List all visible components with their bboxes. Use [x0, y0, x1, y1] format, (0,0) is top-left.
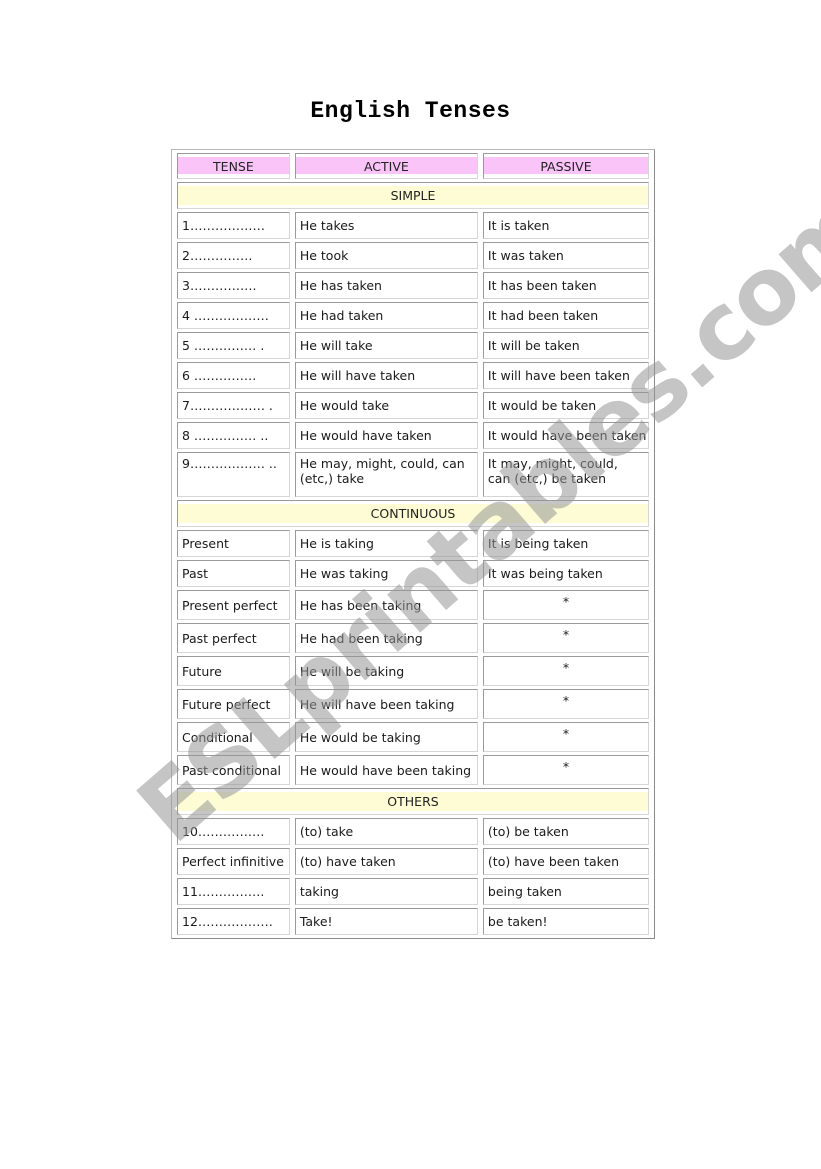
header-row: TENSE ACTIVE PASSIVE — [177, 153, 649, 179]
active-cell: He takes — [294, 212, 478, 239]
table-row: Past perfect He had been taking * — [177, 623, 649, 653]
tense-cell: 8 …………… .. — [177, 422, 290, 449]
tense-cell: Perfect infinitive — [177, 848, 290, 875]
tenses-table: TENSE ACTIVE PASSIVE SIMPLE 1……………… He tak… — [171, 149, 655, 939]
section-label: CONTINUOUS — [177, 500, 649, 527]
passive-cell: It has been taken — [482, 272, 649, 299]
tense-cell: 6 …………… — [177, 362, 290, 389]
passive-cell: (to) be taken — [482, 818, 649, 845]
table-row: Past conditional He would have been takin… — [177, 755, 649, 785]
passive-cell: It had been taken — [482, 302, 649, 329]
active-cell: He took — [294, 242, 478, 269]
tense-cell: Present — [177, 530, 290, 557]
table-row: 9……………… .. He may, might, could, can (etc… — [177, 452, 649, 497]
passive-cell: It was being taken — [482, 560, 649, 587]
tense-cell: 3……………. — [177, 272, 290, 299]
table-row: 2…………… He took It was taken — [177, 242, 649, 269]
tense-cell: Past conditional — [177, 755, 290, 785]
tense-cell: Conditional — [177, 722, 290, 752]
table-row: Past He was taking It was being taken — [177, 560, 649, 587]
tense-cell: Present perfect — [177, 590, 290, 620]
active-cell: He would be taking — [294, 722, 478, 752]
active-cell: Take! — [294, 908, 478, 935]
tense-cell: Past perfect — [177, 623, 290, 653]
active-cell: He will have been taking — [294, 689, 478, 719]
active-cell: He would have taken — [294, 422, 478, 449]
table-row: 6 …………… He will have taken It will have be… — [177, 362, 649, 389]
active-cell: (to) take — [294, 818, 478, 845]
table-row: 1……………… He takes It is taken — [177, 212, 649, 239]
passive-cell: * — [482, 590, 649, 620]
table-row: 7……………… . He would take It would be taken — [177, 392, 649, 419]
active-cell: He had taken — [294, 302, 478, 329]
section-label: OTHERS — [177, 788, 649, 815]
table-row: Future He will be taking * — [177, 656, 649, 686]
active-cell: He will take — [294, 332, 478, 359]
section-row: SIMPLE — [177, 182, 649, 209]
passive-cell: being taken — [482, 878, 649, 905]
active-cell: (to) have taken — [294, 848, 478, 875]
table-row: Present He is taking It is being taken — [177, 530, 649, 557]
tense-cell: 2…………… — [177, 242, 290, 269]
page-title: English Tenses — [310, 98, 511, 124]
header-passive: PASSIVE — [482, 153, 649, 179]
header-active: ACTIVE — [294, 153, 478, 179]
passive-cell: be taken! — [482, 908, 649, 935]
active-cell: He has taken — [294, 272, 478, 299]
active-cell: He is taking — [294, 530, 478, 557]
section-row: OTHERS — [177, 788, 649, 815]
passive-cell: It is being taken — [482, 530, 649, 557]
passive-cell: It is taken — [482, 212, 649, 239]
active-cell: He would have been taking — [294, 755, 478, 785]
tense-cell: 9……………… .. — [177, 452, 290, 497]
passive-cell: It was taken — [482, 242, 649, 269]
tense-cell: 11……………. — [177, 878, 290, 905]
tense-cell: Past — [177, 560, 290, 587]
passive-cell: It will have been taken — [482, 362, 649, 389]
passive-cell: It will be taken — [482, 332, 649, 359]
active-cell: He was taking — [294, 560, 478, 587]
table-row: 10……………. (to) take (to) be taken — [177, 818, 649, 845]
table-row: Future perfect He will have been taking * — [177, 689, 649, 719]
active-cell: He will be taking — [294, 656, 478, 686]
passive-cell: * — [482, 755, 649, 785]
header-tense: TENSE — [177, 153, 290, 179]
table-row: 8 …………… .. He would have taken It would ha… — [177, 422, 649, 449]
passive-cell: * — [482, 722, 649, 752]
tense-cell: 4 ……………… — [177, 302, 290, 329]
tense-cell: 12……………… — [177, 908, 290, 935]
table-row: Conditional He would be taking * — [177, 722, 649, 752]
passive-cell: * — [482, 656, 649, 686]
tense-cell: Future perfect — [177, 689, 290, 719]
active-cell: He had been taking — [294, 623, 478, 653]
table-row: 5 …………… . He will take It will be taken — [177, 332, 649, 359]
section-label: SIMPLE — [177, 182, 649, 209]
passive-cell: It would be taken — [482, 392, 649, 419]
active-cell: He will have taken — [294, 362, 478, 389]
passive-cell: It may, might, could, can (etc,) be take… — [482, 452, 649, 497]
active-cell: He has been taking — [294, 590, 478, 620]
table-row: Present perfect He has been taking * — [177, 590, 649, 620]
tense-cell: 1……………… — [177, 212, 290, 239]
table-row: 3……………. He has taken It has been taken — [177, 272, 649, 299]
table-row: Perfect infinitive (to) have taken (to) ha… — [177, 848, 649, 875]
section-row: CONTINUOUS — [177, 500, 649, 527]
tense-cell: 5 …………… . — [177, 332, 290, 359]
table-row: 11……………. taking being taken — [177, 878, 649, 905]
tense-cell: 7……………… . — [177, 392, 290, 419]
passive-cell: It would have been taken — [482, 422, 649, 449]
table-row: 12……………… Take! be taken! — [177, 908, 649, 935]
passive-cell: * — [482, 689, 649, 719]
passive-cell: * — [482, 623, 649, 653]
passive-cell: (to) have been taken — [482, 848, 649, 875]
active-cell: He would take — [294, 392, 478, 419]
active-cell: He may, might, could, can (etc,) take — [294, 452, 478, 497]
active-cell: taking — [294, 878, 478, 905]
tense-cell: 10……………. — [177, 818, 290, 845]
table-row: 4 ……………… He had taken It had been taken — [177, 302, 649, 329]
tense-cell: Future — [177, 656, 290, 686]
